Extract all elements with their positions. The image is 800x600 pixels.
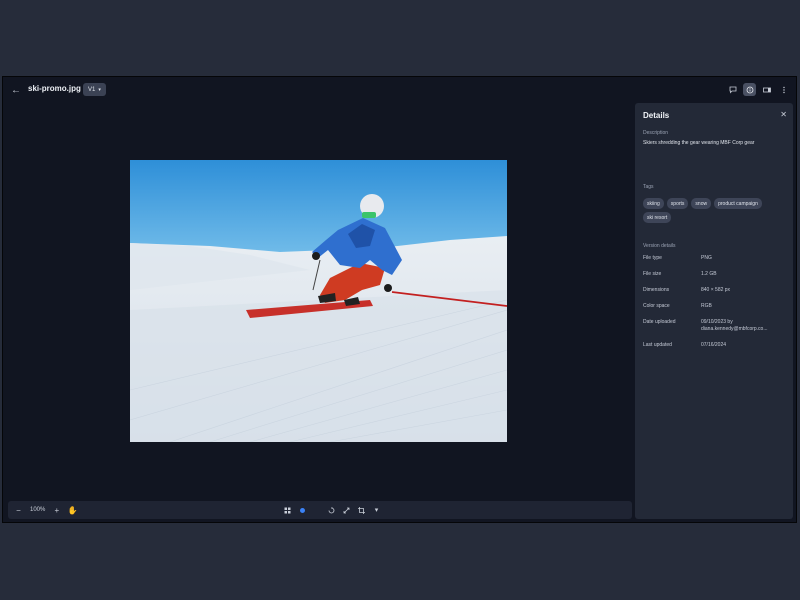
tags-label: Tags (643, 184, 654, 190)
detail-row: Color space RGB (643, 303, 788, 310)
description-label: Description (643, 130, 669, 136)
image-viewer-window: ← ski-promo.jpg V1 ▾ − 100% + ✋ ▾ Detail… (2, 76, 797, 523)
detail-value: PNG (701, 255, 712, 261)
preview-image (130, 160, 507, 442)
view-tools: ▾ (283, 505, 381, 515)
rotate-icon[interactable] (327, 505, 336, 515)
hand-tool-icon[interactable]: ✋ (68, 505, 78, 515)
grid-icon[interactable] (283, 505, 292, 515)
info-icon[interactable] (743, 83, 756, 96)
version-details: File type PNG File size 1.2 GB Dimension… (643, 255, 788, 358)
tag-chip[interactable]: skiing (643, 198, 664, 209)
zoom-out-button[interactable]: − (14, 505, 23, 515)
detail-value: 07/16/2024 (701, 342, 727, 348)
detail-key: Dimensions (643, 287, 670, 293)
detail-value: 09/10/2023 by diana.kennedy@mbfcorp.co..… (701, 319, 768, 332)
detail-key: Color space (643, 303, 670, 309)
details-panel: Details ✕ Description Skiers shredding t… (635, 103, 793, 519)
top-bar: ← ski-promo.jpg V1 ▾ (3, 77, 796, 103)
tag-chip[interactable]: product campaign (714, 198, 762, 209)
detail-row: Date uploaded 09/10/2023 by diana.kenned… (643, 319, 788, 333)
chevron-down-icon[interactable]: ▾ (372, 505, 381, 515)
detail-key: Date uploaded (643, 319, 676, 325)
detail-key: Last updated (643, 342, 672, 348)
version-dropdown[interactable]: V1 ▾ (83, 83, 106, 96)
color-dot-icon[interactable] (298, 505, 307, 515)
detail-row: File type PNG (643, 255, 788, 262)
version-details-label: Version details (643, 243, 676, 249)
comment-icon[interactable] (726, 83, 739, 96)
tag-chip[interactable]: snow (691, 198, 712, 209)
image-canvas[interactable] (3, 103, 633, 499)
detail-value: 1.2 GB (701, 271, 717, 277)
chevron-down-icon: ▾ (98, 86, 101, 93)
top-right-actions (726, 83, 790, 96)
detail-row: Last updated 07/16/2024 (643, 342, 788, 349)
version-label: V1 (88, 86, 96, 93)
zoom-controls: − 100% + ✋ (14, 505, 78, 515)
detail-value: 840 × 582 px (701, 287, 731, 293)
details-title: Details (643, 111, 670, 120)
description-text[interactable]: Skiers shredding the gear wearing MBF Co… (643, 140, 788, 146)
detail-key: File size (643, 271, 662, 277)
zoom-in-button[interactable]: + (52, 505, 61, 515)
expand-icon[interactable] (342, 505, 351, 515)
bottom-toolbar: − 100% + ✋ ▾ (8, 501, 632, 519)
tag-chip[interactable]: ski resort (643, 212, 672, 223)
panel-toggle-icon[interactable] (760, 83, 773, 96)
detail-row: Dimensions 840 × 582 px (643, 287, 788, 294)
file-name: ski-promo.jpg (28, 84, 81, 93)
crop-icon[interactable] (357, 505, 366, 515)
detail-row: File size 1.2 GB (643, 271, 788, 278)
detail-value: RGB (701, 303, 712, 309)
back-arrow-icon[interactable]: ← (9, 83, 23, 97)
detail-key: File type (643, 255, 662, 261)
tags-list: skiing sports snow product campaign ski … (643, 198, 788, 223)
more-vertical-icon[interactable] (777, 83, 790, 96)
close-icon[interactable]: ✕ (780, 110, 787, 119)
tag-chip[interactable]: sports (666, 198, 689, 209)
zoom-level: 100% (30, 507, 46, 513)
